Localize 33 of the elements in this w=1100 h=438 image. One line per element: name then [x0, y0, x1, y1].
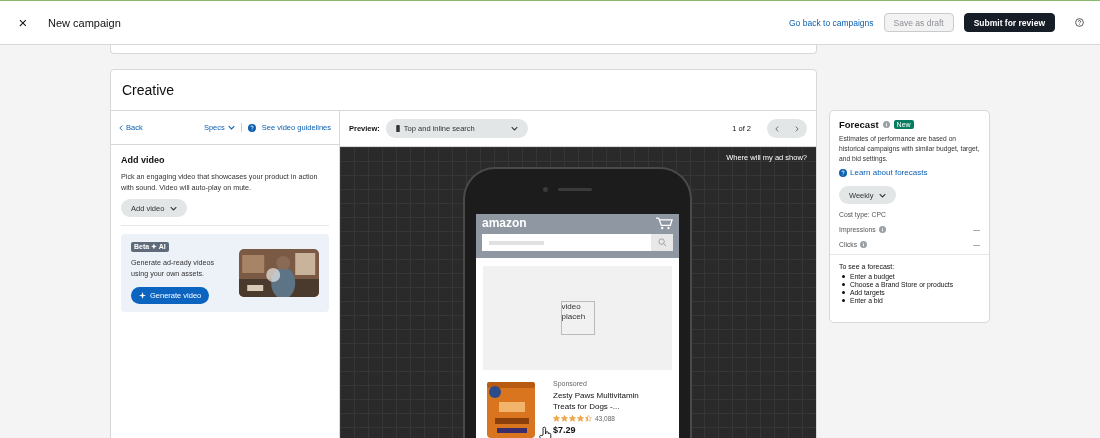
chevron-left-icon [119, 124, 123, 131]
back-to-campaigns-link[interactable]: Go back to campaigns [789, 17, 874, 28]
page-title: New campaign [48, 16, 122, 29]
cart-icon [655, 217, 673, 230]
chevron-left-icon [775, 125, 779, 132]
chevron-down-icon [227, 125, 235, 130]
learn-forecasts-link[interactable]: Learn about forecasts [839, 168, 980, 177]
add-video-heading: Add video [121, 155, 166, 165]
chevron-down-icon [510, 126, 518, 131]
sparkle-icon [139, 292, 146, 299]
submit-button[interactable]: Submit for review [963, 13, 1055, 32]
bullet-icon [842, 291, 845, 294]
chevron-right-icon [795, 125, 799, 132]
product-title[interactable]: Zesty Paws Multivitamin Treats for Dogs -... [553, 390, 663, 412]
search-icon [657, 238, 667, 247]
chevron-down-icon [879, 192, 887, 198]
broken-image-text: video placeh [561, 302, 587, 322]
bullet-icon [842, 275, 845, 278]
info-icon [878, 226, 886, 233]
info-icon [882, 121, 890, 128]
info-icon [860, 241, 868, 248]
chevron-down-icon [170, 205, 178, 211]
forecast-title: Forecast [839, 119, 879, 130]
help-icon[interactable] [1075, 18, 1084, 27]
store-logo: amazon [482, 217, 527, 230]
product-price: $7.29 [553, 425, 577, 435]
bullet-icon [842, 283, 845, 286]
bullet-icon [842, 299, 845, 302]
close-button[interactable]: × [16, 14, 30, 31]
section-title: Creative [122, 82, 175, 98]
phone-icon [395, 125, 400, 132]
help-icon [839, 168, 847, 177]
help-icon [247, 123, 256, 132]
